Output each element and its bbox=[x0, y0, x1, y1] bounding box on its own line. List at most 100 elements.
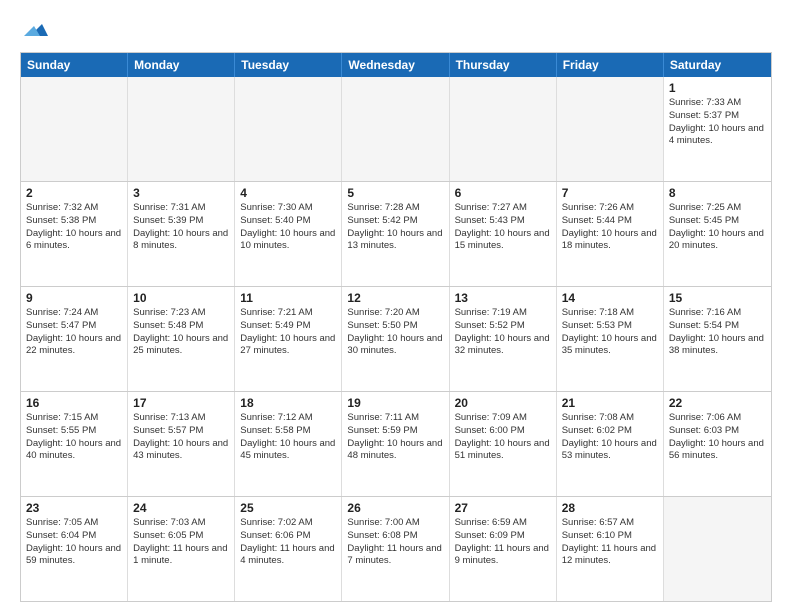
day-cell-18: 18 Sunrise: 7:12 AM Sunset: 5:58 PM Dayli… bbox=[235, 392, 342, 496]
calendar-row-3: 16Sunrise: 7:15 AM Sunset: 5:55 PM Dayli… bbox=[21, 391, 771, 496]
day-cell-10: 10 Sunrise: 7:23 AM Sunset: 5:48 PM Dayli… bbox=[128, 287, 235, 391]
day-cell-17: 17Sunrise: 7:13 AM Sunset: 5:57 PM Dayli… bbox=[128, 392, 235, 496]
day-info: Sunrise: 7:28 AM Sunset: 5:42 PM Dayligh… bbox=[347, 202, 443, 253]
day-number: 8 bbox=[669, 186, 766, 200]
day-number: 24 bbox=[133, 501, 229, 515]
day-info: Sunrise: 7:05 AM Sunset: 6:04 PM Dayligh… bbox=[26, 517, 122, 568]
day-number: 3 bbox=[133, 186, 229, 200]
day-number: 10 bbox=[133, 291, 229, 305]
day-cell-6: 6Sunrise: 7:27 AM Sunset: 5:43 PM Daylig… bbox=[450, 182, 557, 286]
day-cell-13: 13 Sunrise: 7:19 AM Sunset: 5:52 PM Dayli… bbox=[450, 287, 557, 391]
day-cell-21: 21 Sunrise: 7:08 AM Sunset: 6:02 PM Dayli… bbox=[557, 392, 664, 496]
day-info: Sunrise: 7:08 AM Sunset: 6:02 PM Dayligh… bbox=[562, 412, 658, 463]
header bbox=[20, 16, 772, 44]
day-cell-5: 5 Sunrise: 7:28 AM Sunset: 5:42 PM Daylig… bbox=[342, 182, 449, 286]
day-number: 15 bbox=[669, 291, 766, 305]
day-cell-15: 15 Sunrise: 7:16 AM Sunset: 5:54 PM Dayli… bbox=[664, 287, 771, 391]
day-number: 5 bbox=[347, 186, 443, 200]
empty-cell-4-6 bbox=[664, 497, 771, 601]
day-info: Sunrise: 7:16 AM Sunset: 5:54 PM Dayligh… bbox=[669, 307, 766, 358]
header-day-sunday: Sunday bbox=[21, 53, 128, 77]
day-cell-7: 7 Sunrise: 7:26 AM Sunset: 5:44 PM Daylig… bbox=[557, 182, 664, 286]
day-number: 16 bbox=[26, 396, 122, 410]
day-info: Sunrise: 7:30 AM Sunset: 5:40 PM Dayligh… bbox=[240, 202, 336, 253]
day-number: 20 bbox=[455, 396, 551, 410]
day-info: Sunrise: 7:12 AM Sunset: 5:58 PM Dayligh… bbox=[240, 412, 336, 463]
day-cell-11: 11 Sunrise: 7:21 AM Sunset: 5:49 PM Dayli… bbox=[235, 287, 342, 391]
day-number: 25 bbox=[240, 501, 336, 515]
day-info: Sunrise: 7:32 AM Sunset: 5:38 PM Dayligh… bbox=[26, 202, 122, 253]
calendar-row-4: 23 Sunrise: 7:05 AM Sunset: 6:04 PM Dayli… bbox=[21, 496, 771, 601]
day-info: Sunrise: 7:02 AM Sunset: 6:06 PM Dayligh… bbox=[240, 517, 336, 568]
header-day-saturday: Saturday bbox=[664, 53, 771, 77]
calendar-body: 1 Sunrise: 7:33 AM Sunset: 5:37 PM Daylig… bbox=[21, 77, 771, 601]
calendar: SundayMondayTuesdayWednesdayThursdayFrid… bbox=[20, 52, 772, 602]
header-day-monday: Monday bbox=[128, 53, 235, 77]
day-number: 13 bbox=[455, 291, 551, 305]
day-cell-23: 23 Sunrise: 7:05 AM Sunset: 6:04 PM Dayli… bbox=[21, 497, 128, 601]
day-cell-28: 28 Sunrise: 6:57 AM Sunset: 6:10 PM Dayli… bbox=[557, 497, 664, 601]
day-info: Sunrise: 7:20 AM Sunset: 5:50 PM Dayligh… bbox=[347, 307, 443, 358]
day-info: Sunrise: 7:06 AM Sunset: 6:03 PM Dayligh… bbox=[669, 412, 766, 463]
day-cell-14: 14 Sunrise: 7:18 AM Sunset: 5:53 PM Dayli… bbox=[557, 287, 664, 391]
day-cell-9: 9 Sunrise: 7:24 AM Sunset: 5:47 PM Daylig… bbox=[21, 287, 128, 391]
day-number: 4 bbox=[240, 186, 336, 200]
day-cell-8: 8Sunrise: 7:25 AM Sunset: 5:45 PM Daylig… bbox=[664, 182, 771, 286]
day-cell-2: 2 Sunrise: 7:32 AM Sunset: 5:38 PM Daylig… bbox=[21, 182, 128, 286]
day-info: Sunrise: 7:00 AM Sunset: 6:08 PM Dayligh… bbox=[347, 517, 443, 568]
calendar-row-1: 2 Sunrise: 7:32 AM Sunset: 5:38 PM Daylig… bbox=[21, 181, 771, 286]
day-number: 28 bbox=[562, 501, 658, 515]
day-cell-27: 27 Sunrise: 6:59 AM Sunset: 6:09 PM Dayli… bbox=[450, 497, 557, 601]
day-cell-16: 16Sunrise: 7:15 AM Sunset: 5:55 PM Dayli… bbox=[21, 392, 128, 496]
day-info: Sunrise: 7:03 AM Sunset: 6:05 PM Dayligh… bbox=[133, 517, 229, 568]
day-info: Sunrise: 7:19 AM Sunset: 5:52 PM Dayligh… bbox=[455, 307, 551, 358]
empty-cell-0-5 bbox=[557, 77, 664, 181]
logo bbox=[20, 16, 50, 44]
header-day-thursday: Thursday bbox=[450, 53, 557, 77]
calendar-header: SundayMondayTuesdayWednesdayThursdayFrid… bbox=[21, 53, 771, 77]
day-cell-26: 26Sunrise: 7:00 AM Sunset: 6:08 PM Dayli… bbox=[342, 497, 449, 601]
page: SundayMondayTuesdayWednesdayThursdayFrid… bbox=[0, 0, 792, 612]
header-day-wednesday: Wednesday bbox=[342, 53, 449, 77]
day-number: 23 bbox=[26, 501, 122, 515]
empty-cell-0-0 bbox=[21, 77, 128, 181]
day-number: 22 bbox=[669, 396, 766, 410]
day-number: 1 bbox=[669, 81, 766, 95]
day-cell-22: 22 Sunrise: 7:06 AM Sunset: 6:03 PM Dayli… bbox=[664, 392, 771, 496]
logo-icon bbox=[22, 16, 50, 44]
day-info: Sunrise: 7:23 AM Sunset: 5:48 PM Dayligh… bbox=[133, 307, 229, 358]
day-info: Sunrise: 7:21 AM Sunset: 5:49 PM Dayligh… bbox=[240, 307, 336, 358]
day-number: 11 bbox=[240, 291, 336, 305]
day-info: Sunrise: 7:26 AM Sunset: 5:44 PM Dayligh… bbox=[562, 202, 658, 253]
calendar-row-0: 1 Sunrise: 7:33 AM Sunset: 5:37 PM Daylig… bbox=[21, 77, 771, 181]
day-info: Sunrise: 7:18 AM Sunset: 5:53 PM Dayligh… bbox=[562, 307, 658, 358]
day-info: Sunrise: 6:57 AM Sunset: 6:10 PM Dayligh… bbox=[562, 517, 658, 568]
day-info: Sunrise: 7:27 AM Sunset: 5:43 PM Dayligh… bbox=[455, 202, 551, 253]
empty-cell-0-2 bbox=[235, 77, 342, 181]
day-cell-20: 20 Sunrise: 7:09 AM Sunset: 6:00 PM Dayli… bbox=[450, 392, 557, 496]
empty-cell-0-4 bbox=[450, 77, 557, 181]
day-cell-24: 24 Sunrise: 7:03 AM Sunset: 6:05 PM Dayli… bbox=[128, 497, 235, 601]
day-cell-1: 1 Sunrise: 7:33 AM Sunset: 5:37 PM Daylig… bbox=[664, 77, 771, 181]
day-number: 14 bbox=[562, 291, 658, 305]
day-number: 7 bbox=[562, 186, 658, 200]
header-day-friday: Friday bbox=[557, 53, 664, 77]
day-info: Sunrise: 7:33 AM Sunset: 5:37 PM Dayligh… bbox=[669, 97, 766, 148]
day-cell-25: 25 Sunrise: 7:02 AM Sunset: 6:06 PM Dayli… bbox=[235, 497, 342, 601]
day-info: Sunrise: 7:31 AM Sunset: 5:39 PM Dayligh… bbox=[133, 202, 229, 253]
header-day-tuesday: Tuesday bbox=[235, 53, 342, 77]
day-cell-12: 12 Sunrise: 7:20 AM Sunset: 5:50 PM Dayli… bbox=[342, 287, 449, 391]
day-number: 12 bbox=[347, 291, 443, 305]
day-number: 21 bbox=[562, 396, 658, 410]
day-number: 2 bbox=[26, 186, 122, 200]
day-number: 18 bbox=[240, 396, 336, 410]
day-number: 19 bbox=[347, 396, 443, 410]
day-cell-19: 19 Sunrise: 7:11 AM Sunset: 5:59 PM Dayli… bbox=[342, 392, 449, 496]
day-info: Sunrise: 7:24 AM Sunset: 5:47 PM Dayligh… bbox=[26, 307, 122, 358]
day-number: 9 bbox=[26, 291, 122, 305]
day-number: 27 bbox=[455, 501, 551, 515]
day-info: Sunrise: 7:09 AM Sunset: 6:00 PM Dayligh… bbox=[455, 412, 551, 463]
calendar-row-2: 9 Sunrise: 7:24 AM Sunset: 5:47 PM Daylig… bbox=[21, 286, 771, 391]
day-info: Sunrise: 6:59 AM Sunset: 6:09 PM Dayligh… bbox=[455, 517, 551, 568]
day-info: Sunrise: 7:11 AM Sunset: 5:59 PM Dayligh… bbox=[347, 412, 443, 463]
